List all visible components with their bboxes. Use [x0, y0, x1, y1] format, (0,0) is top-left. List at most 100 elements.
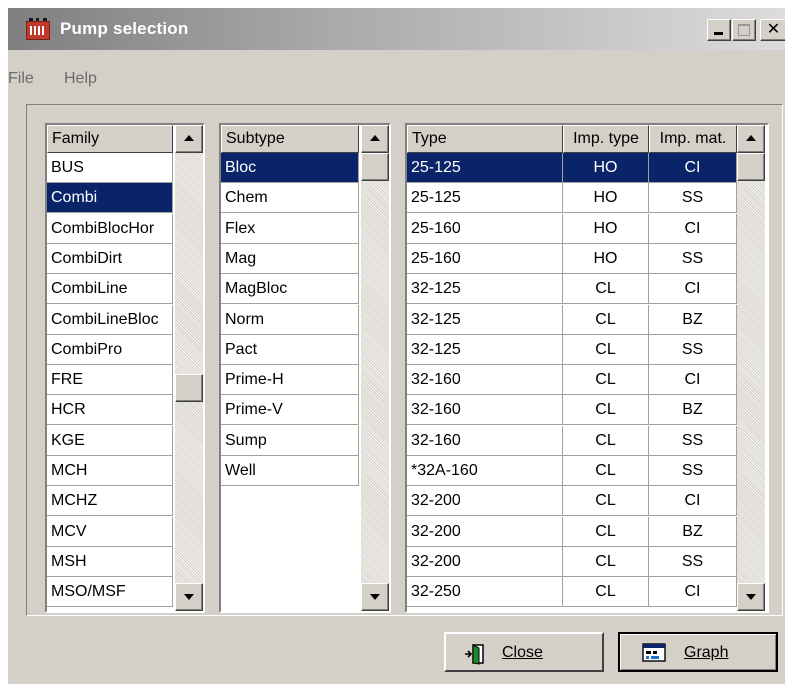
- table-row[interactable]: 32-160 CL SS: [407, 425, 737, 456]
- imp-mat-cell: BZ: [649, 516, 737, 547]
- imp-type-cell: CL: [563, 274, 649, 305]
- table-row[interactable]: 32-125 CL BZ: [407, 304, 737, 335]
- pump-selection-window: Pump selection ✕ File Help Family BUS Com…: [8, 8, 785, 684]
- table-row[interactable]: 25-125 HO SS: [407, 183, 737, 214]
- family-list-item[interactable]: KGE: [47, 425, 173, 456]
- type-scroll-thumb[interactable]: [737, 153, 765, 181]
- window-title: Pump selection: [60, 19, 189, 38]
- subtype-list-item[interactable]: Sump: [221, 425, 359, 456]
- family-list-item-label: FRE: [47, 365, 173, 396]
- menu-help[interactable]: Help: [64, 70, 97, 88]
- imp-type-cell: HO: [563, 243, 649, 274]
- family-list-item[interactable]: HCR: [47, 395, 173, 426]
- family-list-item[interactable]: CombiLineBloc: [47, 304, 173, 335]
- subtype-list-item[interactable]: Mag: [221, 243, 359, 274]
- subtype-list-item[interactable]: Flex: [221, 213, 359, 244]
- subtype-list-item[interactable]: Norm: [221, 304, 359, 335]
- close-button[interactable]: Close: [444, 632, 604, 672]
- type-cell: 25-125: [407, 153, 563, 183]
- table-row[interactable]: *32A-160 CL SS: [407, 456, 737, 486]
- graph-button-label: Graph: [684, 644, 729, 661]
- selection-panel: Family BUS Combi CombiBlocHor CombiDirt Comb…: [26, 104, 783, 616]
- family-list-item[interactable]: CombiLine: [47, 274, 173, 305]
- family-scrollbar[interactable]: [175, 125, 203, 611]
- subtype-list-item-label: Flex: [221, 213, 359, 244]
- close-button-label: Close: [502, 644, 543, 661]
- subtype-scroll-up-button[interactable]: [361, 125, 389, 153]
- imp-type-cell: CL: [563, 486, 649, 517]
- type-cell: 32-160: [407, 395, 563, 426]
- family-list-item[interactable]: MCH: [47, 456, 173, 486]
- table-row[interactable]: 25-160 HO SS: [407, 243, 737, 274]
- table-row[interactable]: 32-200 CL SS: [407, 546, 737, 577]
- family-list-item[interactable]: CombiPro: [47, 334, 173, 365]
- imp-type-cell: CL: [563, 304, 649, 335]
- family-list-item[interactable]: MSH: [47, 546, 173, 577]
- minimize-button[interactable]: [707, 19, 731, 41]
- subtype-list-item[interactable]: Pact: [221, 334, 359, 365]
- subtype-list-item-label: Mag: [221, 243, 359, 274]
- subtype-list-item[interactable]: Bloc: [221, 153, 359, 183]
- subtype-list-item-label: Sump: [221, 425, 359, 456]
- maximize-button[interactable]: [732, 19, 756, 41]
- title-bar[interactable]: Pump selection ✕: [8, 8, 785, 50]
- family-column-header[interactable]: Family: [47, 125, 173, 153]
- table-row[interactable]: 32-160 CL CI: [407, 365, 737, 396]
- menu-file[interactable]: File: [8, 70, 34, 88]
- table-row[interactable]: 32-200 CL BZ: [407, 516, 737, 547]
- family-list-item[interactable]: MSO/MSF: [47, 577, 173, 608]
- imp-mat-cell: BZ: [649, 304, 737, 335]
- family-list-item[interactable]: BUS: [47, 153, 173, 183]
- family-list-item[interactable]: CombiDirt: [47, 243, 173, 274]
- type-scroll-down-button[interactable]: [737, 583, 765, 611]
- type-cell: 25-125: [407, 183, 563, 214]
- table-row[interactable]: 32-125 CL SS: [407, 334, 737, 365]
- family-list-item[interactable]: MCHZ: [47, 486, 173, 517]
- family-list-item[interactable]: Combi: [47, 183, 173, 214]
- app-icon[interactable]: [26, 18, 50, 40]
- type-scroll-up-button[interactable]: [737, 125, 765, 153]
- imp-type-cell: HO: [563, 183, 649, 214]
- subtype-list-item[interactable]: Chem: [221, 183, 359, 214]
- table-row[interactable]: 32-200 CL CI: [407, 486, 737, 517]
- subtype-list-item[interactable]: Prime-V: [221, 395, 359, 426]
- table-row[interactable]: 32-125 CL CI: [407, 274, 737, 305]
- imp-type-cell: CL: [563, 456, 649, 486]
- family-scroll-up-button[interactable]: [175, 125, 203, 153]
- family-scroll-down-button[interactable]: [175, 583, 203, 611]
- table-row[interactable]: 25-160 HO CI: [407, 213, 737, 244]
- imp-type-cell: CL: [563, 395, 649, 426]
- imp-mat-cell: BZ: [649, 395, 737, 426]
- type-scrollbar[interactable]: [737, 125, 765, 611]
- type-column-header[interactable]: Type: [407, 125, 563, 153]
- graph-button[interactable]: Graph: [618, 632, 778, 672]
- subtype-list-item[interactable]: MagBloc: [221, 274, 359, 305]
- imp-type-cell: CL: [563, 425, 649, 456]
- family-list-item[interactable]: FRE: [47, 365, 173, 396]
- family-scroll-thumb[interactable]: [175, 374, 203, 403]
- family-list-item[interactable]: MCV: [47, 516, 173, 547]
- type-cell: 32-200: [407, 486, 563, 517]
- imp-type-cell: HO: [563, 153, 649, 183]
- pump-type-table[interactable]: Type Imp. type Imp. mat. 25-125 HO CI 25-12…: [405, 123, 769, 613]
- table-row[interactable]: 32-160 CL BZ: [407, 395, 737, 426]
- subtype-list-item-label: MagBloc: [221, 274, 359, 305]
- family-list[interactable]: Family BUS Combi CombiBlocHor CombiDirt Comb…: [45, 123, 205, 613]
- close-window-button[interactable]: ✕: [760, 19, 785, 41]
- subtype-list[interactable]: Subtype Bloc Chem Flex Mag MagBloc Norm Pact Pr…: [219, 123, 391, 613]
- subtype-column-header[interactable]: Subtype: [221, 125, 359, 153]
- imp-mat-cell: CI: [649, 213, 737, 244]
- subtype-scroll-down-button[interactable]: [361, 583, 389, 611]
- subtype-list-item[interactable]: Prime-H: [221, 365, 359, 396]
- subtype-scroll-thumb[interactable]: [361, 153, 389, 181]
- family-list-item-label: Combi: [47, 183, 173, 214]
- imp-type-column-header[interactable]: Imp. type: [563, 125, 649, 153]
- imp-mat-column-header[interactable]: Imp. mat.: [649, 125, 737, 153]
- table-row[interactable]: 25-125 HO CI: [407, 153, 737, 183]
- family-list-item[interactable]: CombiBlocHor: [47, 213, 173, 244]
- table-row[interactable]: 32-250 CL CI: [407, 577, 737, 608]
- subtype-scrollbar[interactable]: [361, 125, 389, 611]
- family-list-item-label: MCHZ: [47, 486, 173, 517]
- imp-mat-cell: CI: [649, 486, 737, 517]
- subtype-list-item[interactable]: Well: [221, 456, 359, 486]
